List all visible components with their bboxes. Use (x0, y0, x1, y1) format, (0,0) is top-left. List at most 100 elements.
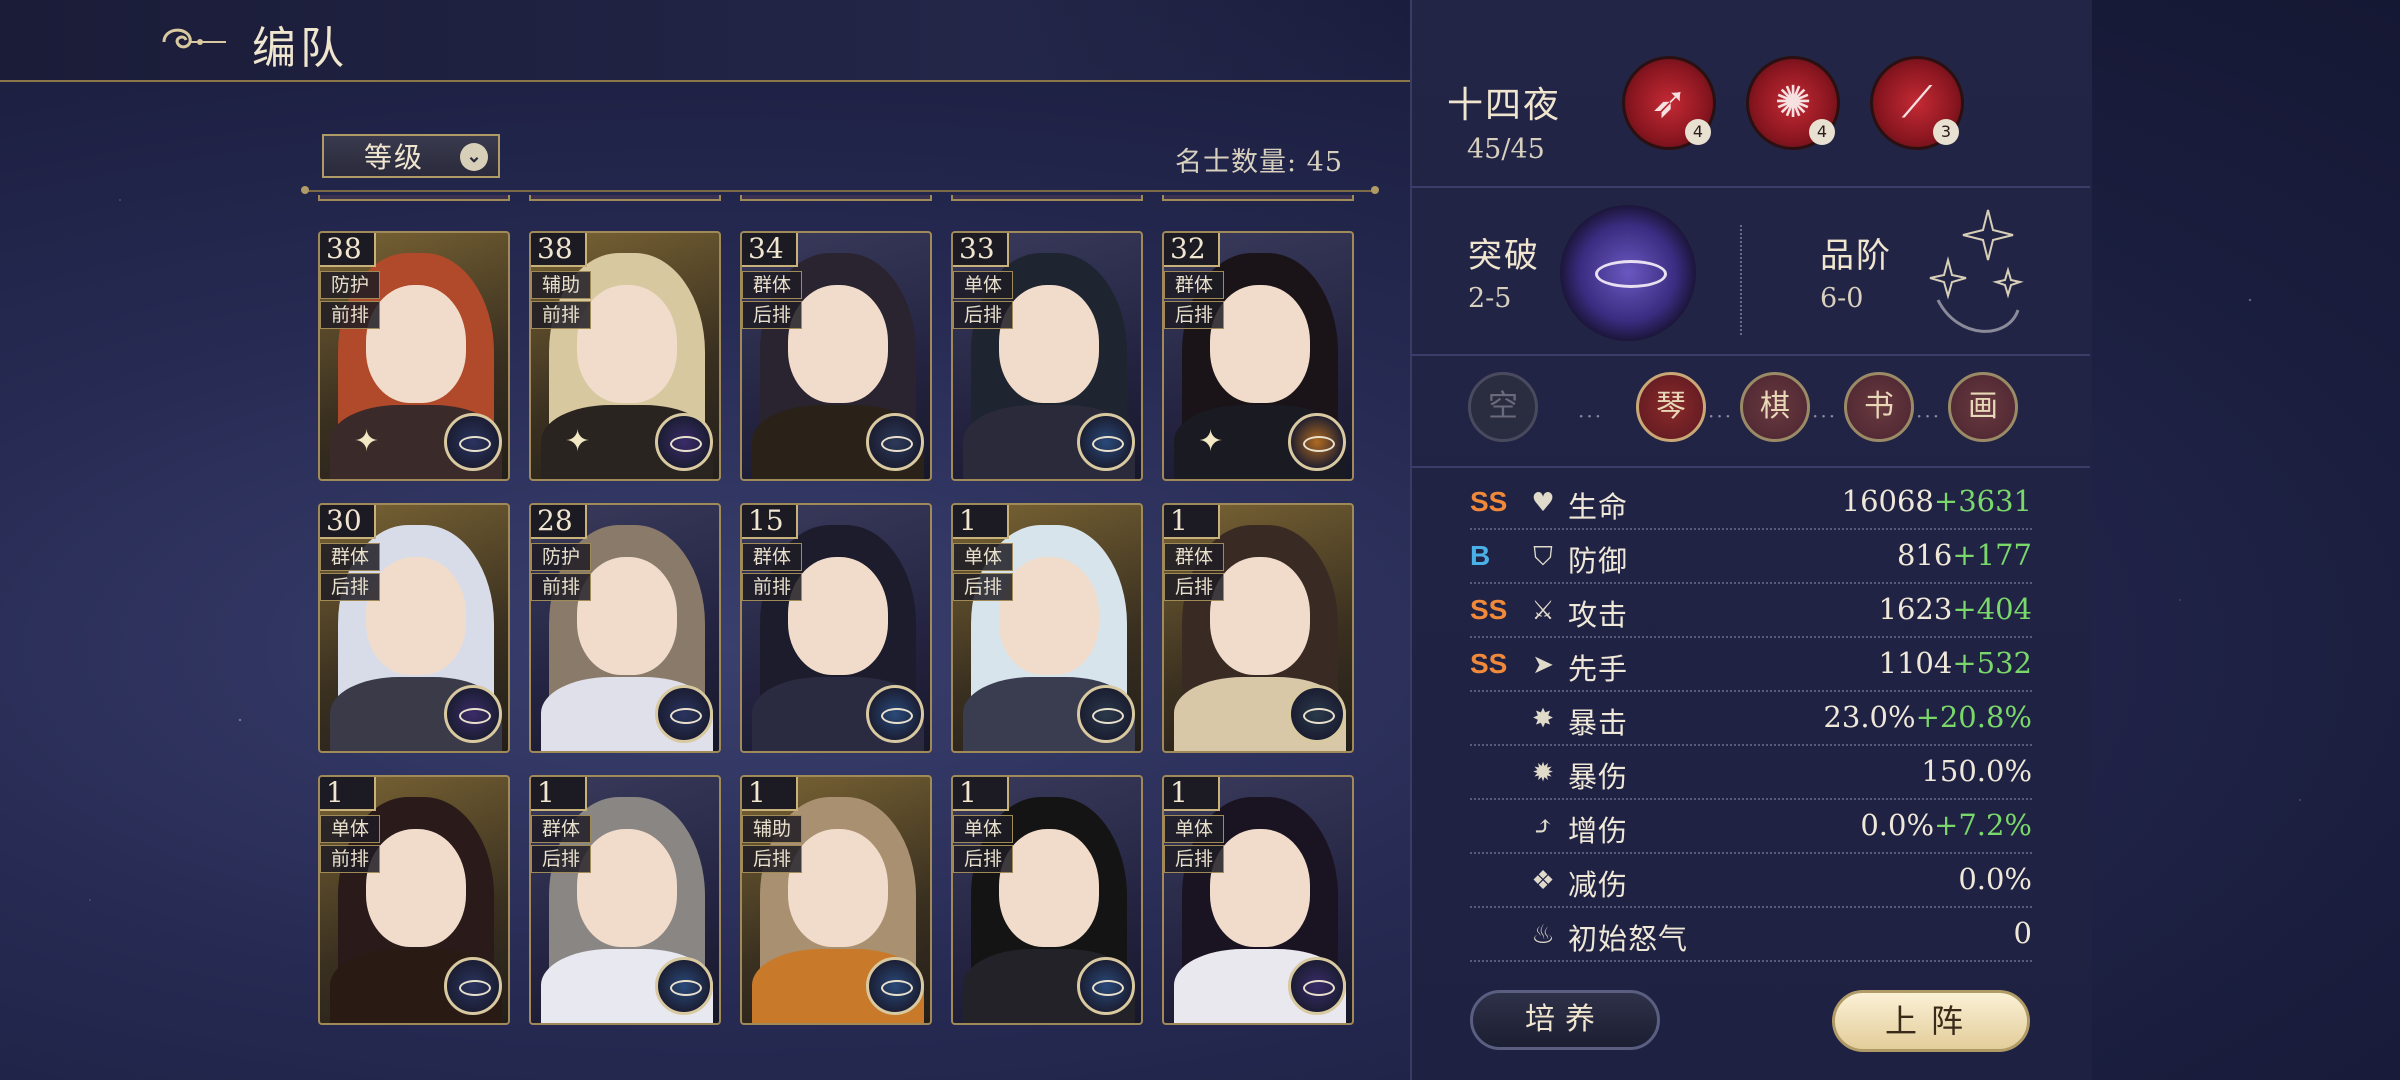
portrait-face (366, 557, 466, 675)
hero-card[interactable]: 1 单体 后排 (951, 775, 1143, 1025)
stat-row[interactable]: ♨ 初始怒气 0 (1470, 910, 2032, 962)
faction-emblem-icon (1077, 413, 1135, 471)
skill-level: 4 (1809, 119, 1835, 145)
cloud-ornament-icon[interactable] (160, 20, 230, 60)
hero-card[interactable]: 1 群体 后排 (1162, 503, 1354, 753)
stat-name: 攻击 (1568, 598, 1629, 632)
hero-position-tag: 前排 (742, 573, 802, 601)
hero-card[interactable]: 28 防护 前排 (529, 503, 721, 753)
faction-emblem-icon (1288, 957, 1346, 1015)
hero-card-grid[interactable]: 38 防护 前排 ✦ 38 辅助 前排 ✦ 34 群体 后排 33 单体 后排 32 群体 后排 ✦ 30 群体 后排 2… (318, 195, 1368, 1025)
hero-role-tag: 群体 (531, 815, 591, 843)
stat-base: 0 (2013, 916, 2032, 950)
train-button[interactable]: 培养 (1470, 990, 1660, 1050)
hero-level: 1 (1164, 777, 1220, 811)
art-slot-empty[interactable]: 空 (1468, 372, 1538, 442)
breakthrough-orb-icon[interactable] (1560, 205, 1696, 341)
rank-value: 6-0 (1820, 283, 1864, 314)
hero-role-tag: 单体 (953, 543, 1013, 571)
faction-emblem-icon (866, 957, 924, 1015)
stat-bonus: +177 (1952, 538, 2032, 572)
hero-level: 1 (953, 505, 1009, 539)
stat-row[interactable]: ⤴ 增伤 0.0%+7.2% (1470, 802, 2032, 854)
hero-position-tag: 后排 (1164, 845, 1224, 873)
slot-connector: ··· (1708, 404, 1734, 428)
hero-card[interactable]: 1 单体 前排 (318, 775, 510, 1025)
hero-card[interactable]: 1 辅助 后排 (740, 775, 932, 1025)
stat-name: 暴击 (1568, 706, 1629, 740)
faction-emblem-icon (655, 413, 713, 471)
hero-card[interactable]: 33 单体 后排 (951, 231, 1143, 481)
hero-position-tag: 前排 (320, 301, 380, 329)
hero-card[interactable]: 32 群体 后排 ✦ (1162, 231, 1354, 481)
stat-row[interactable]: B ⛉ 防御 816+177 (1470, 532, 2032, 584)
skill-slot-2[interactable]: ✺ 4 (1746, 56, 1840, 150)
stat-row[interactable]: ❖ 减伤 0.0% (1470, 856, 2032, 908)
stat-bonus: +532 (1952, 646, 2032, 680)
hero-card[interactable]: 15 群体 前排 (740, 503, 932, 753)
hero-card-partial[interactable] (951, 195, 1143, 201)
stat-row[interactable]: SS ♥ 生命 16068+3631 (1470, 478, 2032, 530)
hero-card[interactable]: 34 群体 后排 (740, 231, 932, 481)
faction-emblem-icon (1077, 685, 1135, 743)
faction-emblem-icon (655, 957, 713, 1015)
stat-name: 增伤 (1568, 814, 1629, 848)
hero-card[interactable]: 1 单体 后排 (1162, 775, 1354, 1025)
hero-position-tag: 前排 (320, 845, 380, 873)
hero-position-tag: 后排 (1164, 573, 1224, 601)
hero-card[interactable]: 1 群体 后排 (529, 775, 721, 1025)
hero-level: 33 (953, 233, 1009, 267)
hero-card[interactable]: 38 防护 前排 ✦ (318, 231, 510, 481)
hero-position-tag: 前排 (531, 573, 591, 601)
faction-emblem-icon (444, 957, 502, 1015)
hero-role-tag: 群体 (742, 543, 802, 571)
stat-row[interactable]: SS ⚔ 攻击 1623+404 (1470, 586, 2032, 638)
hero-card[interactable]: 30 群体 后排 (318, 503, 510, 753)
faction-emblem-icon (1288, 685, 1346, 743)
hero-role-tag: 辅助 (531, 271, 591, 299)
deploy-button[interactable]: 上阵 (1832, 990, 2030, 1052)
sort-dropdown[interactable]: 等级 ⌄ (322, 134, 500, 178)
stat-value: 23.0%+20.8% (1823, 700, 2032, 734)
art-slot-qin[interactable]: 琴 (1636, 372, 1706, 442)
hero-level: 1 (953, 777, 1009, 811)
stat-base: 16068 (1841, 484, 1934, 518)
stat-grade: SS (1470, 486, 1508, 517)
hero-card-partial[interactable] (1162, 195, 1354, 201)
hero-card[interactable]: 1 单体 后排 (951, 503, 1143, 753)
art-slot-hua[interactable]: 画 (1948, 372, 2018, 442)
hero-role-tag: 群体 (1164, 271, 1224, 299)
stat-bonus: +7.2% (1934, 808, 2032, 842)
skill-slot-1[interactable]: ➶ 4 (1622, 56, 1716, 150)
speed-icon: ➤ (1532, 650, 1554, 680)
stat-name: 先手 (1568, 652, 1629, 686)
stat-row[interactable]: SS ➤ 先手 1104+532 (1470, 640, 2032, 692)
rank-star-icon[interactable] (1918, 200, 2028, 350)
stat-row[interactable]: ✸ 暴击 23.0%+20.8% (1470, 694, 2032, 746)
portrait-face (366, 285, 466, 403)
heart-icon: ♥ (1531, 488, 1555, 518)
hero-card-partial[interactable] (740, 195, 932, 201)
art-slot-qi[interactable]: 棋 (1740, 372, 1810, 442)
stat-bonus: +404 (1952, 592, 2032, 626)
stat-base: 0.0% (1860, 808, 1935, 842)
hero-role-tag: 防护 (531, 543, 591, 571)
hero-level: 1 (1164, 505, 1220, 539)
hero-card[interactable]: 38 辅助 前排 ✦ (529, 231, 721, 481)
hero-role-tag: 单体 (953, 815, 1013, 843)
skill-slot-3[interactable]: ⟋ 3 (1870, 56, 1964, 150)
damage-reduce-icon: ❖ (1531, 866, 1555, 896)
panel-divider (1410, 186, 2090, 188)
hero-card-partial[interactable] (318, 195, 510, 201)
art-slot-shu[interactable]: 书 (1844, 372, 1914, 442)
stat-value: 0.0%+7.2% (1860, 808, 2032, 842)
stat-row[interactable]: ✹ 暴伤 150.0% (1470, 748, 2032, 800)
stat-base: 1104 (1878, 646, 1953, 680)
hero-card-partial[interactable] (529, 195, 721, 201)
breakthrough-label: 突破 (1468, 236, 1540, 276)
stat-grade: SS (1470, 648, 1508, 679)
panel-divider (1410, 354, 2090, 356)
hero-level: 1 (742, 777, 798, 811)
portrait-face (1210, 285, 1310, 403)
crit-damage-icon: ✹ (1532, 758, 1554, 788)
